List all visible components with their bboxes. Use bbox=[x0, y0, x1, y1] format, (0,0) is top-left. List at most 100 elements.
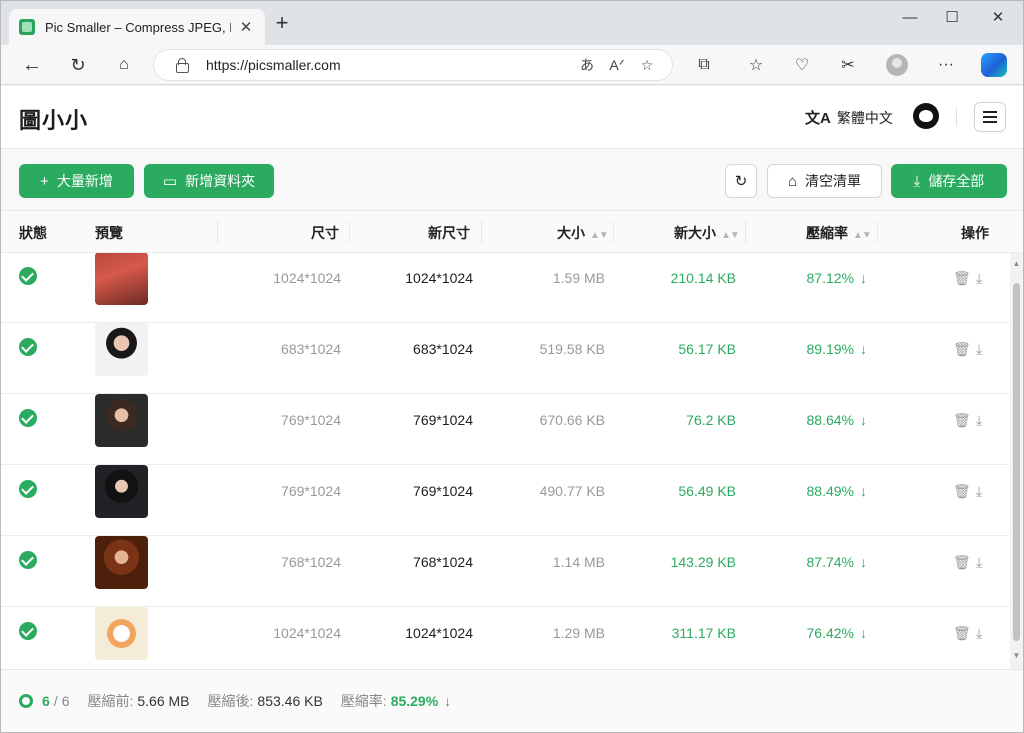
favorites-icon[interactable]: ☆ bbox=[741, 51, 771, 79]
download-icon[interactable]: ⤓ bbox=[976, 412, 982, 429]
save-all-button[interactable]: ⤓ 儲存全部 bbox=[891, 164, 1007, 198]
new-size-cell: 56.17 KB bbox=[678, 341, 736, 357]
delete-icon[interactable]: 🗑 bbox=[953, 554, 971, 571]
tab-title: Pic Smaller – Compress JPEG, PN bbox=[45, 19, 231, 35]
download-icon[interactable]: ⤓ bbox=[976, 554, 982, 571]
profile-avatar[interactable] bbox=[886, 54, 908, 76]
download-icon[interactable]: ⤓ bbox=[976, 341, 982, 358]
preview-thumbnail[interactable] bbox=[95, 607, 148, 660]
header-size-label: 大小 bbox=[557, 225, 585, 241]
language-switch[interactable]: 文A 繁體中文 bbox=[805, 107, 893, 128]
home-icon[interactable]: ⌂ bbox=[109, 51, 139, 79]
new-size-cell: 56.49 KB bbox=[678, 483, 736, 499]
batch-add-button[interactable]: + 大量新增 bbox=[19, 164, 134, 198]
more-menu-icon[interactable]: ··· bbox=[931, 51, 961, 79]
ratio-value: 88.49% bbox=[806, 483, 854, 499]
github-icon[interactable] bbox=[913, 103, 939, 129]
address-bar[interactable]: https://picsmaller.com あ Aᐟ ☆ bbox=[153, 49, 673, 81]
table-row: 683*1024 683*1024 519.58 KB 56.17 KB 89.19% ↓… bbox=[1, 323, 1009, 394]
new-size-cell: 143.29 KB bbox=[670, 554, 736, 570]
extensions-icon[interactable]: ⧉ bbox=[689, 51, 719, 79]
ratio-value: 85.29% bbox=[390, 693, 439, 709]
add-folder-button[interactable]: ▭ 新增資料夾 bbox=[144, 164, 274, 198]
preview-thumbnail[interactable] bbox=[95, 323, 148, 376]
size-cell: 1.14 MB bbox=[552, 554, 605, 570]
browser-tab[interactable]: Pic Smaller – Compress JPEG, PN ✕ bbox=[9, 9, 265, 45]
dimension-cell: 683*1024 bbox=[281, 341, 341, 357]
ratio-cell: 89.19% ↓ bbox=[807, 341, 867, 357]
download-icon[interactable]: ⤓ bbox=[976, 270, 982, 287]
delete-icon[interactable]: 🗑 bbox=[953, 625, 971, 642]
preview-thumbnail[interactable] bbox=[95, 536, 148, 589]
clear-list-button[interactable]: ⌂ 清空清單 bbox=[767, 164, 882, 198]
sort-icon: ▲▼ bbox=[721, 230, 740, 241]
dimension-cell: 1024*1024 bbox=[273, 270, 341, 286]
menu-button[interactable] bbox=[974, 102, 1006, 132]
ratio-value: 87.74% bbox=[806, 554, 854, 570]
title-bar: Pic Smaller – Compress JPEG, PN ✕ + — ☐ … bbox=[1, 1, 1023, 45]
header-new-size-label: 新大小 bbox=[674, 225, 716, 241]
back-icon[interactable]: ← bbox=[17, 51, 47, 79]
new-size-cell: 210.14 KB bbox=[670, 270, 736, 286]
preview-thumbnail[interactable] bbox=[95, 253, 148, 305]
header-size[interactable]: 大小 ▲▼ bbox=[557, 223, 609, 243]
translate-icon: 文A bbox=[805, 110, 831, 127]
browser-essentials-icon[interactable]: ♡ bbox=[787, 51, 817, 79]
preview-thumbnail[interactable] bbox=[95, 394, 148, 447]
new-dimension-cell: 683*1024 bbox=[413, 341, 473, 357]
close-window-button[interactable]: ✕ bbox=[976, 7, 1020, 31]
translate-icon[interactable]: あ bbox=[572, 55, 602, 75]
preview-thumbnail[interactable] bbox=[95, 465, 148, 518]
reload-icon: ↻ bbox=[734, 173, 748, 190]
copilot-icon[interactable] bbox=[981, 53, 1007, 77]
screenshot-icon[interactable]: ✂ bbox=[833, 51, 863, 79]
size-cell: 519.58 KB bbox=[539, 341, 605, 357]
delete-icon[interactable]: 🗑 bbox=[953, 270, 971, 287]
download-icon[interactable]: ⤓ bbox=[976, 625, 982, 642]
url-text[interactable]: https://picsmaller.com bbox=[206, 57, 572, 73]
after-label: 壓縮後: bbox=[207, 693, 254, 709]
delete-icon[interactable]: 🗑 bbox=[953, 412, 971, 429]
new-dimension-cell: 1024*1024 bbox=[405, 625, 473, 641]
refresh-icon[interactable]: ↻ bbox=[63, 51, 93, 79]
new-dimension-cell: 769*1024 bbox=[413, 412, 473, 428]
app-header: 圖小小 文A 繁體中文 bbox=[1, 86, 1023, 149]
arrow-down-icon: ↓ bbox=[444, 693, 452, 709]
scroll-thumb[interactable] bbox=[1013, 283, 1020, 641]
success-check-icon bbox=[19, 267, 37, 285]
size-cell: 670.66 KB bbox=[539, 412, 605, 428]
arrow-down-icon: ↓ bbox=[860, 270, 867, 286]
ratio-cell: 88.49% ↓ bbox=[807, 483, 867, 499]
add-folder-label: 新增資料夾 bbox=[185, 173, 256, 189]
after-value: 853.46 KB bbox=[257, 693, 323, 709]
table-header: 狀態 預覽 尺寸 新尺寸 大小 ▲▼ 新大小 ▲▼ 壓縮率 ▲▼ 操作 bbox=[1, 211, 1023, 253]
app-logo[interactable]: 圖小小 bbox=[19, 103, 88, 135]
delete-icon[interactable]: 🗑 bbox=[953, 341, 971, 358]
new-tab-button[interactable]: + bbox=[271, 12, 293, 35]
dimension-cell: 768*1024 bbox=[281, 554, 341, 570]
batch-add-label: 大量新增 bbox=[56, 173, 113, 189]
header-ratio[interactable]: 壓縮率 ▲▼ bbox=[806, 223, 872, 243]
before-label: 壓縮前: bbox=[87, 693, 134, 709]
download-icon: ⤓ bbox=[913, 172, 921, 190]
ratio-cell: 76.42% ↓ bbox=[807, 625, 867, 641]
success-check-icon bbox=[19, 622, 37, 640]
header-new-size[interactable]: 新大小 ▲▼ bbox=[674, 223, 740, 243]
action-bar: + 大量新增 ▭ 新增資料夾 ↻ ⌂ 清空清單 ⤓ 儲存全部 bbox=[1, 149, 1023, 211]
delete-icon[interactable]: 🗑 bbox=[953, 483, 971, 500]
close-tab-icon[interactable]: ✕ bbox=[237, 18, 255, 36]
favorite-star-icon[interactable]: ☆ bbox=[632, 57, 662, 74]
download-icon[interactable]: ⤓ bbox=[976, 483, 982, 500]
size-cell: 490.77 KB bbox=[539, 483, 605, 499]
save-all-label: 儲存全部 bbox=[928, 173, 985, 189]
scrollbar[interactable]: ▲ ▼ bbox=[1010, 253, 1023, 669]
header-ratio-label: 壓縮率 bbox=[806, 225, 848, 241]
reload-button[interactable]: ↻ bbox=[725, 164, 757, 198]
maximize-button[interactable]: ☐ bbox=[930, 7, 974, 31]
ratio-value: 87.12% bbox=[806, 270, 854, 286]
minimize-button[interactable]: — bbox=[888, 7, 932, 31]
arrow-down-icon: ↓ bbox=[860, 341, 867, 357]
done-count: 6 bbox=[42, 693, 50, 709]
new-dimension-cell: 768*1024 bbox=[413, 554, 473, 570]
read-aloud-icon[interactable]: Aᐟ bbox=[602, 57, 632, 74]
